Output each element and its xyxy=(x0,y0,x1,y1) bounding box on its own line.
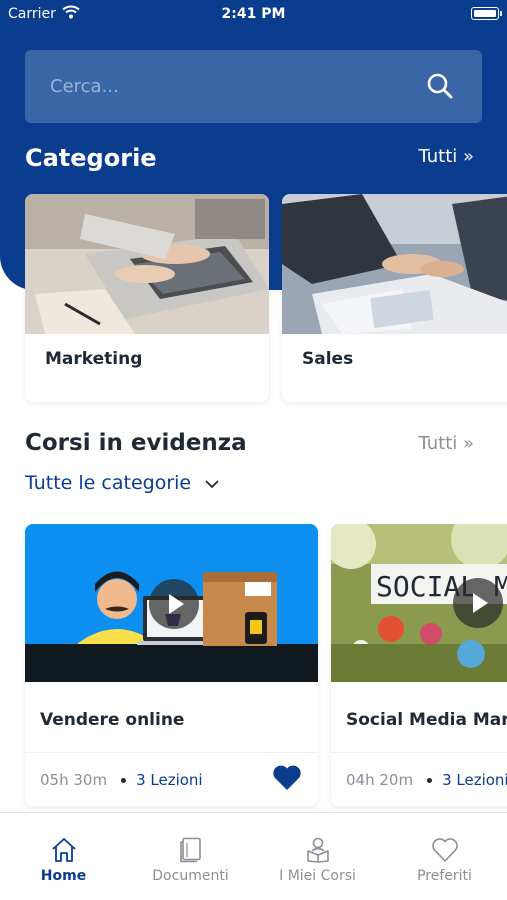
favorite-heart-icon[interactable] xyxy=(272,764,302,795)
category-card-sales[interactable]: Sales xyxy=(282,194,507,402)
category-filter-label: Tutte le categorie xyxy=(25,472,192,494)
bottom-tab-bar: Home Documenti I Miei Corsi Preferiti xyxy=(0,812,507,900)
course-lessons-count: 3 Lezioni xyxy=(136,771,203,789)
home-scroll-area[interactable]: Carrier 2:41 PM Cerca... Categorie Tutti… xyxy=(0,0,507,812)
course-image: SOCIAL M xyxy=(331,524,507,682)
courses-icon xyxy=(304,837,332,867)
card-divider xyxy=(331,752,507,753)
heart-icon xyxy=(431,837,459,867)
status-time: 2:41 PM xyxy=(221,6,286,22)
featured-courses-heading: Corsi in evidenza xyxy=(25,430,247,456)
play-button[interactable] xyxy=(453,578,503,628)
category-filter-dropdown[interactable]: Tutte le categorie xyxy=(25,472,219,494)
search-input[interactable]: Cerca... xyxy=(25,50,482,123)
tab-documenti[interactable]: Documenti xyxy=(127,813,254,900)
course-card-vendere-online[interactable]: Vendere online 05h 30m 3 Lezioni xyxy=(25,524,318,806)
category-label: Marketing xyxy=(45,349,143,369)
status-bar: Carrier 2:41 PM xyxy=(0,0,507,28)
tab-label: Preferiti xyxy=(417,868,472,884)
tab-home[interactable]: Home xyxy=(0,813,127,900)
course-image xyxy=(25,524,318,682)
course-card-social-media-marketing[interactable]: SOCIAL M Social Media Marketing 04h 20m … xyxy=(331,524,507,806)
tab-preferiti[interactable]: Preferiti xyxy=(381,813,507,900)
meta-separator-dot xyxy=(427,777,433,783)
tab-label: I Miei Corsi xyxy=(279,868,356,884)
home-icon xyxy=(50,837,78,867)
tab-label: Documenti xyxy=(152,868,229,884)
course-meta: 04h 20m 3 Lezioni xyxy=(346,771,507,789)
featured-see-all-link[interactable]: Tutti » xyxy=(418,433,474,454)
course-lessons-count: 3 Lezioni xyxy=(442,771,507,789)
course-duration: 04h 20m xyxy=(346,771,414,789)
category-image-sales xyxy=(282,194,507,334)
card-divider xyxy=(25,752,318,753)
document-icon xyxy=(179,837,203,867)
tab-label: Home xyxy=(40,868,87,884)
category-card-marketing[interactable]: Marketing xyxy=(25,194,269,402)
categories-see-all-link[interactable]: Tutti » xyxy=(418,146,474,167)
category-image-marketing xyxy=(25,194,269,334)
search-placeholder: Cerca... xyxy=(50,76,119,97)
chevron-down-icon xyxy=(205,472,219,494)
battery-icon xyxy=(471,7,502,20)
tab-i-miei-corsi[interactable]: I Miei Corsi xyxy=(254,813,381,900)
course-meta: 05h 30m 3 Lezioni xyxy=(40,771,203,789)
meta-separator-dot xyxy=(121,777,127,783)
course-title: Vendere online xyxy=(40,710,185,730)
category-label: Sales xyxy=(302,349,354,369)
categories-heading: Categorie xyxy=(25,144,157,172)
course-duration: 05h 30m xyxy=(40,771,108,789)
course-title: Social Media Marketing xyxy=(346,710,507,730)
play-button[interactable] xyxy=(149,579,199,629)
search-icon[interactable] xyxy=(426,72,454,104)
